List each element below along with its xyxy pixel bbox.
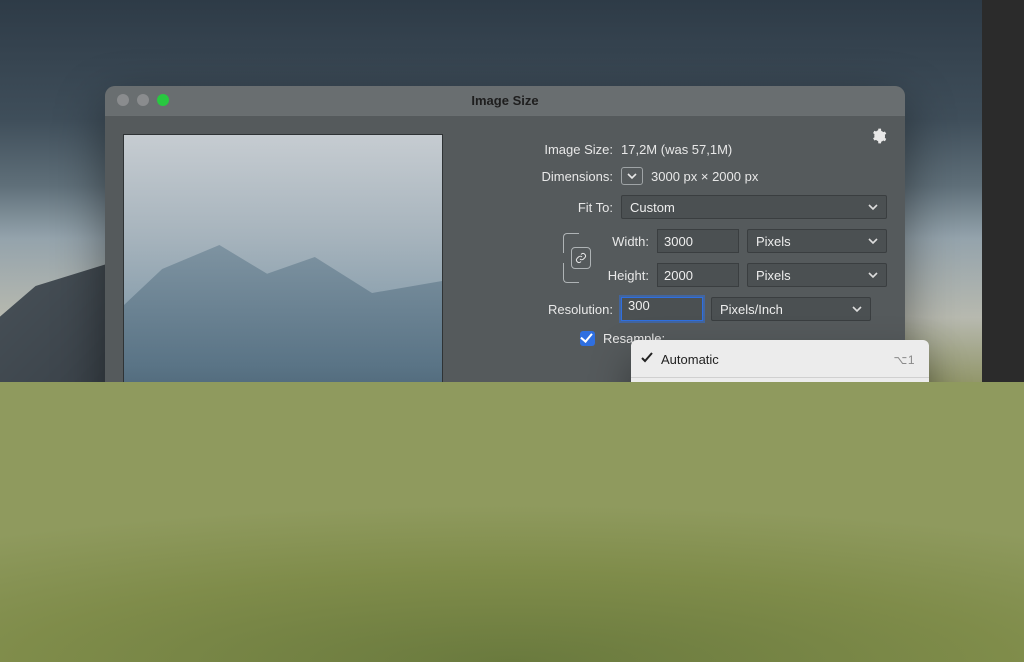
cancel-button[interactable]: Cancel	[653, 442, 752, 468]
titlebar: Image Size	[105, 86, 905, 116]
traffic-lights	[117, 94, 169, 106]
cancel-label: Cancel	[682, 448, 722, 463]
label-width: Width:	[593, 234, 649, 249]
value-dimensions: 3000 px × 2000 px	[651, 169, 758, 184]
image-preview	[123, 134, 443, 468]
menu-item-bicubic[interactable]: Bicubic (smooth gradients) ⌥6	[631, 508, 929, 535]
ok-button[interactable]: OK	[768, 442, 867, 468]
app-side-panel	[982, 0, 1024, 662]
width-unit-select[interactable]: Pixels	[747, 229, 887, 253]
menu-item-label: Bicubic Smoother (enlargement)	[661, 442, 847, 457]
height-input[interactable]	[657, 263, 739, 287]
dialog-title: Image Size	[471, 93, 538, 108]
menu-item-shortcut: ⌥4	[893, 443, 915, 457]
link-icon[interactable]	[571, 247, 591, 269]
image-size-dialog: Image Size Image Size: 17,2M (was 57,1M)…	[105, 86, 905, 506]
width-unit-value: Pixels	[756, 234, 791, 249]
menu-item-label: Bilinear	[661, 568, 704, 583]
resolution-unit-value: Pixels/Inch	[720, 302, 783, 317]
resample-checkbox[interactable]	[580, 331, 595, 346]
resolution-input[interactable]: 300	[621, 297, 703, 321]
fit-to-select[interactable]: Custom	[621, 195, 887, 219]
width-input[interactable]	[657, 229, 739, 253]
desktop-wallpaper: Image Size Image Size: 17,2M (was 57,1M)…	[0, 0, 1024, 662]
window-minimize-button[interactable]	[137, 94, 149, 106]
menu-item-shortcut: ⌥2	[893, 389, 915, 403]
menu-item-bilinear[interactable]: Bilinear ⌥8	[631, 562, 929, 589]
menu-item-label: Nearest Neighbor (hard edges)	[661, 541, 840, 556]
menu-item-preserve-details[interactable]: Preserve Details (enlargement) ⌥2	[631, 382, 929, 409]
image-size-form: Image Size: 17,2M (was 57,1M) Dimensions…	[473, 134, 887, 468]
menu-item-automatic[interactable]: Automatic ⌥1	[631, 346, 929, 373]
menu-item-nearest-neighbor[interactable]: Nearest Neighbor (hard edges) ⌥7	[631, 535, 929, 562]
chevron-down-icon	[868, 268, 878, 283]
menu-item-label: Automatic	[661, 352, 719, 367]
height-unit-select[interactable]: Pixels	[747, 263, 887, 287]
menu-item-shortcut: ⌥7	[893, 542, 915, 556]
menu-item-shortcut: ⌥1	[893, 353, 915, 367]
menu-item-label: Bicubic (smooth gradients)	[661, 514, 815, 529]
chevron-down-icon	[868, 200, 878, 215]
resample-dropdown-menu: Automatic ⌥1 Preserve Details (enlargeme…	[631, 340, 929, 595]
chevron-down-icon	[852, 302, 862, 317]
resolution-value: 300	[628, 298, 650, 313]
menu-item-preserve-details-2[interactable]: Preserve Details 2.0 ⌥3	[631, 409, 929, 436]
menu-item-shortcut: ⌥8	[893, 569, 915, 583]
menu-item-shortcut: ⌥6	[893, 515, 915, 529]
menu-item-shortcut: ⌥5	[893, 479, 915, 493]
menu-item-shortcut: ⌥3	[893, 416, 915, 430]
height-unit-value: Pixels	[756, 268, 791, 283]
menu-item-bicubic-sharper[interactable]: Bicubic Sharper (reduction) ⌥5	[631, 472, 929, 499]
menu-item-label: Preserve Details 2.0	[661, 415, 778, 430]
label-dimensions: Dimensions:	[473, 169, 613, 184]
check-icon	[641, 352, 653, 367]
menu-item-bicubic-smoother[interactable]: Bicubic Smoother (enlargement) ⌥4	[631, 436, 929, 463]
label-height: Height:	[593, 268, 649, 283]
chevron-down-icon	[868, 234, 878, 249]
window-zoom-button[interactable]	[157, 94, 169, 106]
fit-to-value: Custom	[630, 200, 675, 215]
menu-item-label: Preserve Details (enlargement)	[661, 388, 841, 403]
label-image-size: Image Size:	[473, 142, 613, 157]
label-resolution: Resolution:	[473, 302, 613, 317]
dimensions-dropdown-icon[interactable]	[621, 167, 643, 185]
window-close-button[interactable]	[117, 94, 129, 106]
label-fit-to: Fit To:	[473, 200, 613, 215]
gear-icon[interactable]	[871, 128, 887, 147]
resolution-unit-select[interactable]: Pixels/Inch	[711, 297, 871, 321]
value-image-size: 17,2M (was 57,1M)	[621, 142, 732, 157]
ok-label: OK	[808, 448, 827, 463]
menu-item-label: Bicubic Sharper (reduction)	[661, 478, 819, 493]
link-dimensions-bracket	[559, 229, 589, 287]
